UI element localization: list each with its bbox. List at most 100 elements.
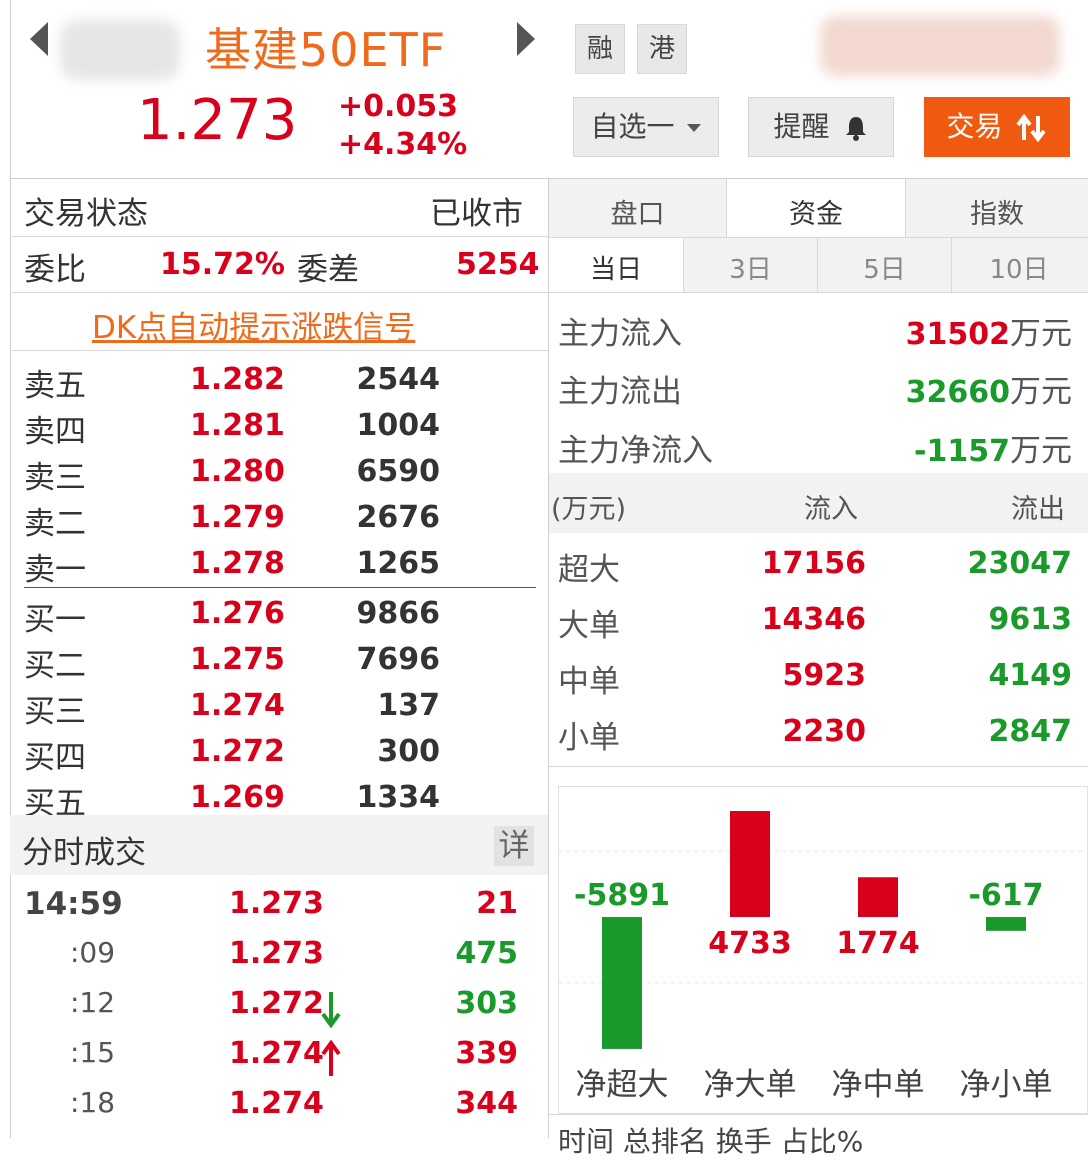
next-stock-icon[interactable]: [517, 22, 535, 56]
flow-unit-label: (万元): [551, 494, 627, 525]
flow-row-label: 中单: [558, 664, 620, 700]
remind-button[interactable]: 提醒: [748, 97, 894, 157]
flow-row-inflow: 2230: [782, 714, 867, 749]
rank-table-header-cut: 时间 总排名 换手 占比%: [558, 1125, 864, 1158]
main-outflow-value: 32660: [905, 375, 1010, 410]
chart-value-label: 1774: [836, 926, 920, 961]
bid-level-price: 1.272: [190, 734, 285, 769]
net-flow-chart: -5891 净超大 4733 净大单 1774 净中单 -617 净小单: [558, 786, 1088, 1114]
watchlist-button[interactable]: 自选一: [573, 97, 719, 157]
chart-category-label: 净大单: [704, 1067, 797, 1103]
order-diff-label: 委差: [297, 252, 359, 288]
tab-3-days[interactable]: 3日: [684, 249, 817, 286]
tab-today[interactable]: 当日: [549, 249, 683, 286]
ask-level-volume: 2676: [356, 500, 441, 535]
arrow-down-icon: [320, 990, 342, 1032]
bid-level-volume: 137: [377, 688, 440, 723]
tick-volume: 344: [455, 1086, 518, 1121]
bid-level-volume: 300: [377, 734, 440, 769]
bid-level-label: 买四: [24, 740, 86, 776]
stock-title: 基建50ETF: [205, 23, 447, 77]
ask-level-price: 1.282: [190, 362, 285, 397]
blurred-region: [60, 20, 180, 80]
ask-level-price: 1.279: [190, 500, 285, 535]
tick-time: 14:59: [24, 886, 123, 922]
bid-level-label: 买二: [24, 648, 86, 684]
chart-bar-4: [986, 917, 1026, 931]
flow-row-inflow: 14346: [761, 602, 866, 637]
flow-in-header: 流入: [804, 494, 858, 525]
tick-price: 1.274: [229, 1086, 324, 1121]
chart-category-label: 净小单: [960, 1067, 1053, 1103]
tick-time: :18: [70, 1086, 116, 1119]
ask-level-volume: 1004: [356, 408, 441, 443]
flow-out-header: 流出: [1011, 494, 1065, 525]
flow-row-label: 大单: [558, 608, 620, 644]
main-outflow-label: 主力流出: [558, 374, 682, 410]
quote-header: 基建50ETF 1.273 +0.053 +4.34% 融 港 自选一 提醒 交…: [0, 0, 1088, 178]
prev-stock-icon[interactable]: [30, 22, 48, 56]
ask-level-volume: 6590: [356, 454, 441, 489]
tick-volume: 303: [455, 986, 518, 1021]
flow-row-outflow: 4149: [988, 658, 1073, 693]
main-net-value: -1157: [914, 434, 1010, 469]
arrow-up-icon: [320, 1039, 342, 1082]
main-net-label: 主力净流入: [558, 433, 713, 469]
trade-button[interactable]: 交易: [924, 97, 1070, 157]
ask-level-price: 1.281: [190, 408, 285, 443]
ticks-title: 分时成交: [22, 835, 146, 871]
tab-orderbook[interactable]: 盘口: [549, 192, 726, 231]
order-ratio-label: 委比: [24, 252, 86, 288]
bid-level-price: 1.269: [190, 780, 285, 815]
trade-status-value: 已收市: [430, 196, 523, 232]
main-inflow-value: 31502: [905, 317, 1010, 352]
dk-signal-link[interactable]: DK点自动提示涨跌信号: [92, 302, 415, 347]
tab-5-days[interactable]: 5日: [818, 249, 951, 286]
ask-level-label: 卖三: [24, 460, 86, 496]
main-net: -1157万元: [914, 425, 1072, 470]
chart-bar-1: [602, 917, 642, 1049]
ticks-detail-button[interactable]: 详: [494, 826, 534, 866]
ask-level-label: 卖一: [24, 552, 86, 588]
bid-level-volume: 7696: [356, 642, 441, 677]
change-percent: +4.34%: [338, 127, 468, 162]
price-change: +0.053 +4.34%: [338, 88, 467, 164]
tab-fund-flow[interactable]: 资金: [727, 192, 905, 231]
bid-level-label: 买三: [24, 694, 86, 730]
ask-level-label: 卖五: [24, 368, 86, 404]
main-inflow: 31502万元: [906, 308, 1072, 353]
blurred-region: [820, 16, 1060, 76]
watchlist-label: 自选一: [590, 110, 675, 143]
chart-bar-3: [858, 877, 898, 917]
remind-label: 提醒: [773, 110, 830, 143]
margin-tag[interactable]: 融: [575, 24, 625, 74]
bell-icon: [846, 117, 867, 141]
flow-row-inflow: 17156: [761, 546, 866, 581]
bid-level-price: 1.275: [190, 642, 285, 677]
main-inflow-unit: 万元: [1010, 316, 1072, 352]
flow-row-label: 超大: [558, 552, 620, 588]
tick-price: 1.272: [229, 986, 324, 1021]
change-value: +0.053: [338, 89, 459, 124]
tab-index[interactable]: 指数: [906, 192, 1088, 231]
ask-level-volume: 2544: [356, 362, 441, 397]
tick-volume: 21: [476, 886, 518, 921]
tick-volume: 475: [455, 936, 518, 971]
tick-price: 1.273: [229, 936, 324, 971]
ask-level-label: 卖二: [24, 506, 86, 542]
tab-10-days[interactable]: 10日: [952, 249, 1086, 286]
caret-down-icon: [687, 124, 702, 132]
bid-level-volume: 1334: [356, 780, 441, 815]
order-ratio-value: 15.72%: [160, 247, 285, 282]
tick-time: :09: [70, 936, 116, 969]
main-outflow: 32660万元: [906, 366, 1072, 411]
chart-bar-2: [730, 811, 770, 917]
trade-label: 交易: [946, 110, 1003, 143]
chart-value-label: -5891: [574, 878, 670, 913]
ask-level-volume: 1265: [356, 546, 441, 581]
flow-row-outflow: 2847: [988, 714, 1073, 749]
flow-row-label: 小单: [558, 720, 620, 756]
chart-value-label: 4733: [708, 926, 792, 961]
hk-connect-tag[interactable]: 港: [637, 24, 687, 74]
tick-time: :15: [70, 1036, 116, 1069]
